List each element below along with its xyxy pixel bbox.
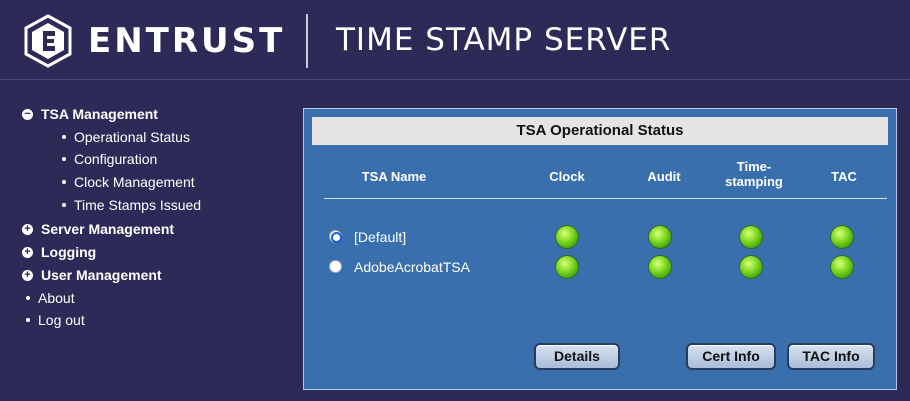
col-header-timestamping-line2: stamping xyxy=(725,174,783,189)
app-title: TIME STAMP SERVER xyxy=(336,22,672,58)
details-button[interactable]: Details xyxy=(534,343,620,370)
tsa-name: [Default] xyxy=(354,229,407,245)
plus-circle-icon: + xyxy=(22,223,33,235)
plus-circle-icon: + xyxy=(22,269,33,281)
status-led-icon xyxy=(556,226,578,248)
header: ENTRUST TIME STAMP SERVER xyxy=(0,0,910,80)
status-led-icon xyxy=(556,256,578,278)
bullet-icon xyxy=(62,135,66,139)
col-header-audit: Audit xyxy=(647,169,681,184)
table-row[interactable]: AdobeAcrobatTSA xyxy=(304,255,898,279)
sidebar: − TSA Management Operational Status Conf… xyxy=(0,80,300,401)
nav-item-label: Operational Status xyxy=(74,129,190,145)
status-led-icon xyxy=(649,226,671,248)
bullet-icon xyxy=(62,203,66,207)
bullet-icon xyxy=(62,180,66,184)
nav-item-clock-management[interactable]: Clock Management xyxy=(62,174,195,190)
nav-tsa-management-label: TSA Management xyxy=(41,106,158,122)
nav-logging-label: Logging xyxy=(41,244,97,260)
nav-item-operational-status[interactable]: Operational Status xyxy=(62,129,190,145)
header-rule xyxy=(324,198,887,199)
cert-info-button[interactable]: Cert Info xyxy=(686,343,776,370)
nav-server-management[interactable]: + Server Management xyxy=(22,221,174,237)
col-header-timestamping: Time- stamping xyxy=(704,159,804,189)
bullet-icon xyxy=(26,296,30,300)
tsa-status-panel: TSA Operational Status TSA Name Clock Au… xyxy=(303,108,897,390)
panel-title: TSA Operational Status xyxy=(312,117,888,145)
minus-circle-icon: − xyxy=(22,108,33,120)
nav-item-label: Time Stamps Issued xyxy=(74,197,202,213)
nav-item-label: Configuration xyxy=(74,151,158,167)
nav-about-label: About xyxy=(38,290,75,306)
nav-item-label: Clock Management xyxy=(74,174,195,190)
col-header-tac: TAC xyxy=(831,169,857,184)
nav-about[interactable]: About xyxy=(26,290,75,306)
nav-logging[interactable]: + Logging xyxy=(22,244,96,260)
status-led-icon xyxy=(740,226,762,248)
tac-info-button[interactable]: TAC Info xyxy=(787,343,875,370)
nav-item-configuration[interactable]: Configuration xyxy=(62,151,157,167)
nav-tsa-management[interactable]: − TSA Management xyxy=(22,106,158,122)
nav-logout[interactable]: Log out xyxy=(26,312,85,328)
header-divider xyxy=(306,14,308,68)
tsa-name: AdobeAcrobatTSA xyxy=(354,259,470,275)
nav-user-management[interactable]: + User Management xyxy=(22,267,162,283)
radio-default[interactable] xyxy=(329,230,342,243)
status-led-icon xyxy=(831,226,853,248)
status-led-icon xyxy=(740,256,762,278)
bullet-icon xyxy=(26,318,30,322)
brand-name: ENTRUST xyxy=(88,21,286,61)
nav-user-management-label: User Management xyxy=(41,267,162,283)
entrust-shield-logo-icon xyxy=(24,14,72,68)
app-window: ENTRUST TIME STAMP SERVER − TSA Manageme… xyxy=(0,0,910,401)
col-header-tsa-name: TSA Name xyxy=(361,169,427,184)
nav-logout-label: Log out xyxy=(38,312,85,328)
nav-item-time-stamps-issued[interactable]: Time Stamps Issued xyxy=(62,197,201,213)
table-row[interactable]: [Default] xyxy=(304,225,898,249)
bullet-icon xyxy=(62,157,66,161)
col-header-clock: Clock xyxy=(549,169,585,184)
logo: ENTRUST xyxy=(22,14,285,68)
status-led-icon xyxy=(831,256,853,278)
status-led-icon xyxy=(649,256,671,278)
radio-adobe-acrobat-tsa[interactable] xyxy=(329,260,342,273)
plus-circle-icon: + xyxy=(22,246,33,258)
col-header-timestamping-line1: Time- xyxy=(736,159,772,174)
nav-server-management-label: Server Management xyxy=(41,221,175,237)
